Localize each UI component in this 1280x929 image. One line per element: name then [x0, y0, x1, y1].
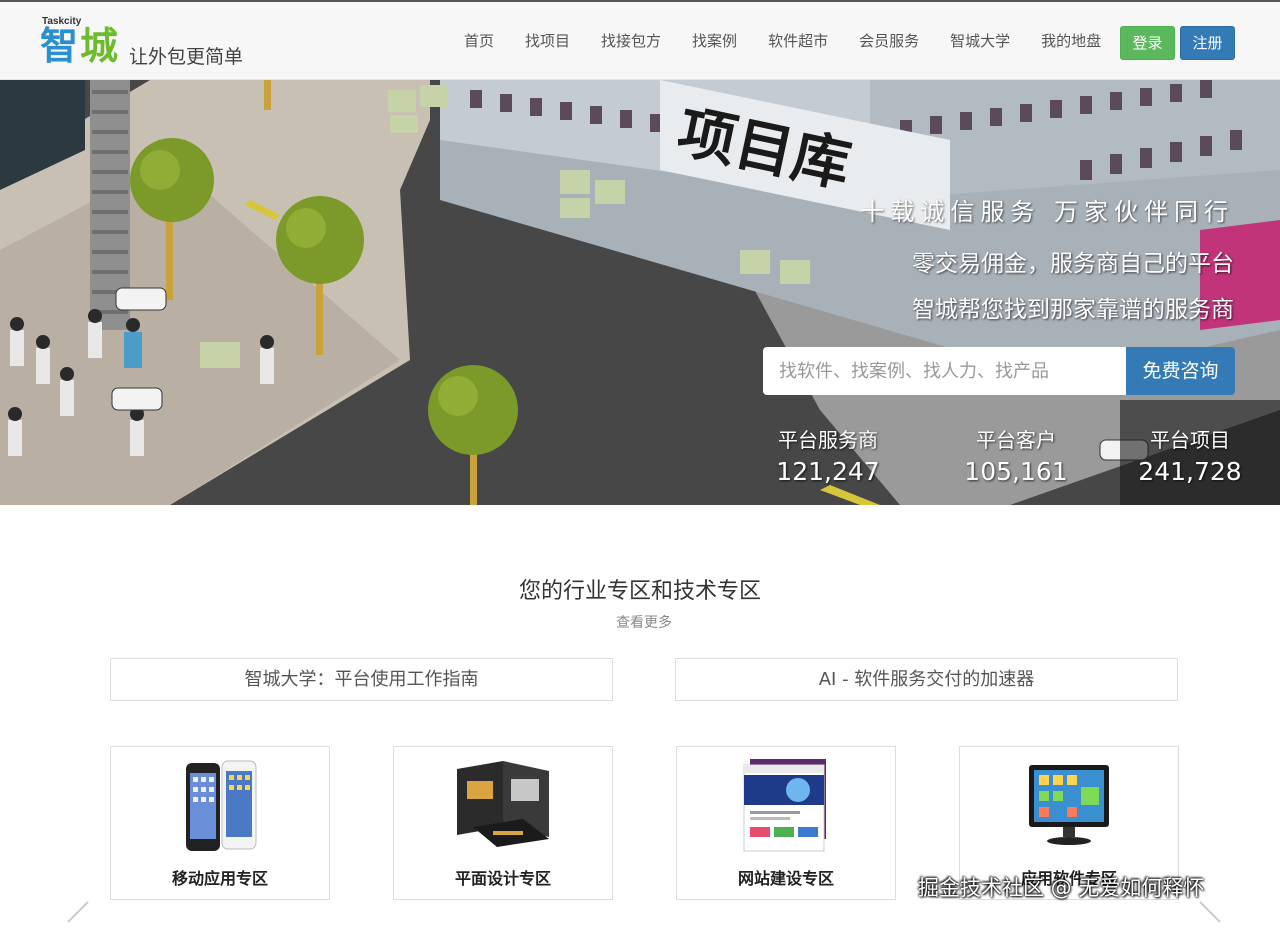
stat-projects: 平台项目 241,728	[1120, 426, 1260, 490]
section-title: 您的行业专区和技术专区	[518, 579, 761, 604]
university-guide-link[interactable]: 智城大学：平台使用工作指南	[110, 658, 613, 701]
hero-subline-1: 零交易佣金，服务商自己的平台	[912, 251, 1234, 277]
nav-find-contractors[interactable]: 找接包方	[601, 30, 661, 51]
stat-clients: 平台客户 105,161	[946, 426, 1086, 490]
stat-providers: 平台服务商 121,247	[758, 426, 898, 490]
login-button[interactable]: 登录	[1120, 26, 1175, 60]
hero-subline-2: 智城帮您找到那家靠谱的服务商	[912, 297, 1234, 323]
nav-my-space[interactable]: 我的地盘	[1041, 30, 1101, 51]
site-header: Taskcity 智 城 让外包更简单 首页 找项目 找接包方 找案例 软件超市…	[0, 2, 1280, 80]
card-web-development-label: 网站建设专区	[737, 869, 834, 888]
search-input[interactable]	[763, 347, 1127, 395]
nav-home[interactable]: 首页	[464, 30, 494, 51]
watermark-text: 掘金技术社区 @ 无爱如何释怀	[918, 876, 1205, 900]
ai-accelerator-link[interactable]: AI - 软件服务交付的加速器	[675, 658, 1178, 701]
logo-slogan: 让外包更简单	[129, 46, 244, 68]
hero-tagline: 十载诚信服务 万家伙伴同行	[860, 198, 1234, 226]
stat-clients-value: 105,161	[964, 457, 1068, 486]
nav-software-market[interactable]: 软件超市	[768, 30, 828, 51]
stat-clients-label: 平台客户	[976, 428, 1056, 452]
nav-find-cases[interactable]: 找案例	[692, 30, 737, 51]
stat-providers-value: 121,247	[776, 457, 880, 486]
register-button[interactable]: 注册	[1180, 26, 1235, 60]
carousel-next-icon[interactable]	[1196, 898, 1226, 928]
logo-brand-zh-2: 城	[80, 24, 119, 68]
stat-providers-label: 平台服务商	[778, 428, 878, 452]
brochure-icon	[457, 761, 549, 847]
hero-banner: 项目库 十载诚信服务 万家伙伴同行 零交易佣金，服务商自己的平台 智城帮您找到那…	[0, 80, 1280, 505]
website-mockup-icon	[743, 759, 826, 852]
free-consult-button[interactable]: 免费咨询	[1126, 347, 1235, 395]
card-graphic-design[interactable]: 平面设计专区	[393, 746, 613, 900]
card-web-development[interactable]: 网站建设专区	[676, 746, 896, 900]
monitor-icon	[1029, 765, 1109, 845]
site-logo[interactable]: Taskcity 智 城 让外包更简单	[40, 16, 280, 72]
card-graphic-design-label: 平面设计专区	[454, 869, 551, 888]
carousel-prev-icon[interactable]	[62, 898, 92, 928]
nav-university[interactable]: 智城大学	[950, 30, 1010, 51]
card-mobile-apps[interactable]: 移动应用专区	[110, 746, 330, 900]
nav-member-service[interactable]: 会员服务	[859, 30, 919, 51]
main-nav: 首页 找项目 找接包方 找案例 软件超市 会员服务 智城大学 我的地盘	[450, 30, 1132, 51]
card-mobile-apps-label: 移动应用专区	[171, 869, 268, 888]
logo-brand-zh-1: 智	[40, 24, 79, 68]
stat-projects-value: 241,728	[1138, 457, 1242, 486]
nav-find-projects[interactable]: 找项目	[525, 30, 570, 51]
stat-projects-label: 平台项目	[1150, 428, 1230, 452]
see-more-link[interactable]: 查看更多	[0, 612, 1280, 632]
mobile-phones-icon	[186, 760, 257, 851]
